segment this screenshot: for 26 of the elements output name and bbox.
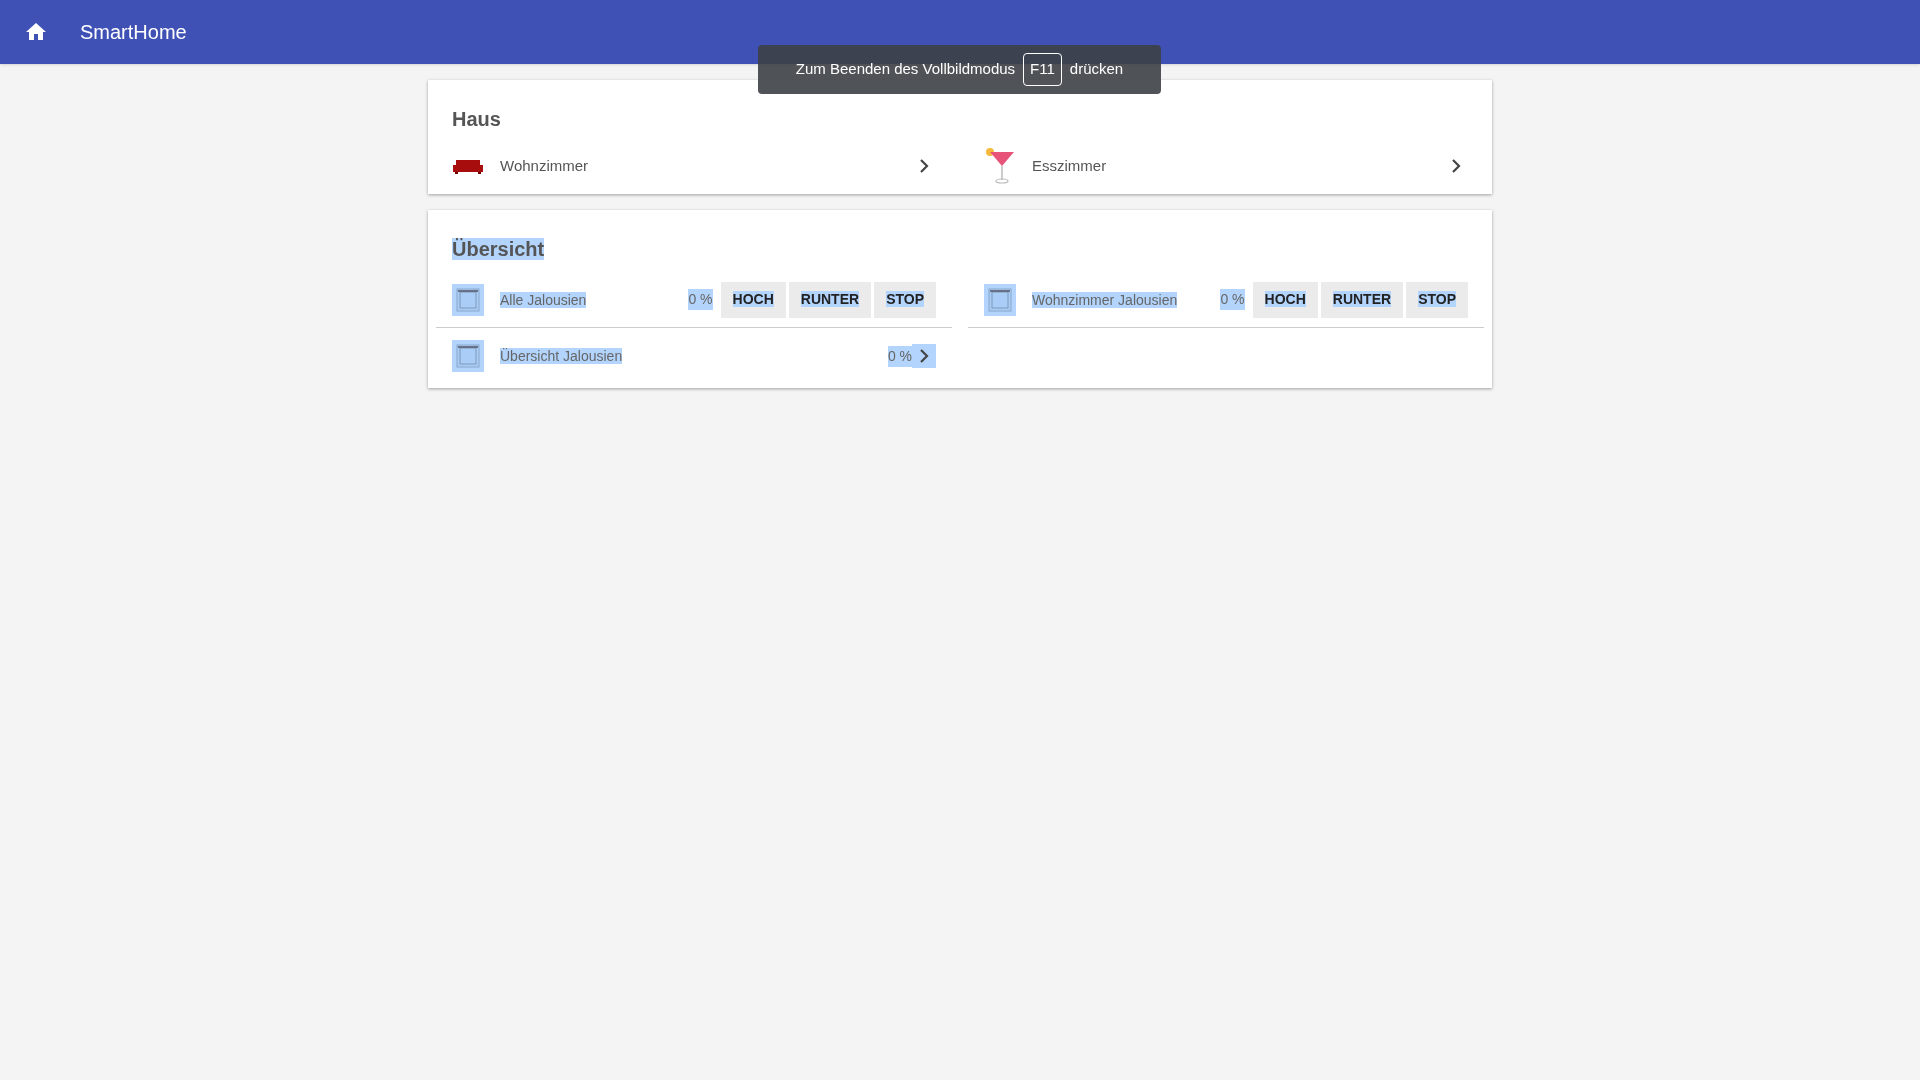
room-label[interactable]: Wohnzimmer [500,157,589,174]
position-value: 0 % [1220,289,1245,310]
shutter-button[interactable]: RUNTER [788,281,872,318]
sofa-icon [452,158,484,174]
card-title: Haus [452,108,501,130]
device-label: Alle Jalousien [500,291,587,308]
toast-text: Zum Beenden des Vollbildmodus [795,59,1016,80]
room-label[interactable]: Esszimmer [1032,157,1107,174]
device-label[interactable]: Übersicht Jalousien [500,348,623,364]
cocktail-glass-icon [984,146,1016,186]
position-value: 0 % [688,289,713,310]
window-blind-icon [452,340,484,372]
position-value: 0 % [887,345,912,367]
shutter-button[interactable]: STOP [874,281,936,318]
shutter-button[interactable]: HOCH [720,281,786,318]
window-blind-icon [452,283,484,316]
chevron-right-icon[interactable] [912,344,936,368]
key-label: F11 [1023,53,1062,86]
app-title: SmartHome [80,20,187,45]
window-blind-icon [984,283,1016,316]
shutter-button[interactable]: STOP [1406,281,1468,318]
shutter-button[interactable]: HOCH [1252,281,1318,318]
toast-text: drücken [1069,59,1124,80]
card-title: Übersicht [452,238,545,260]
device-label: Wohnzimmer Jalousien [1032,291,1178,308]
shutter-button[interactable]: RUNTER [1320,281,1404,318]
